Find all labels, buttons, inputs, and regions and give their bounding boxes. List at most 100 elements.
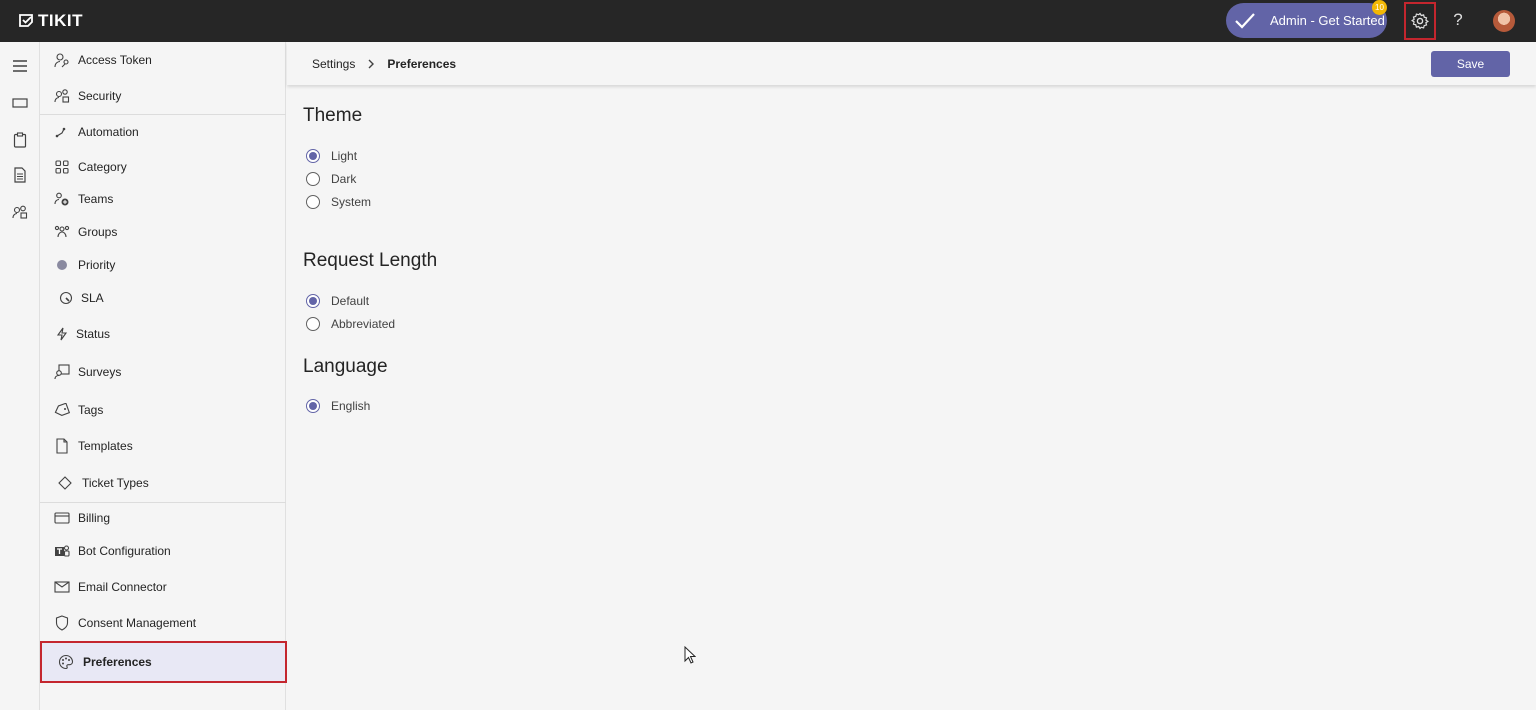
breadcrumb-current: Preferences xyxy=(387,57,457,71)
tikit-logo-icon xyxy=(19,14,33,27)
radio-button[interactable] xyxy=(306,195,320,209)
app-name: TIKIT xyxy=(38,11,83,30)
sidebar-item-label: Preferences xyxy=(83,655,152,669)
top-bar: TIKIT Admin - Get Started 10 ? xyxy=(0,0,1536,42)
survey-icon xyxy=(54,364,70,380)
sidebar-divider xyxy=(40,114,286,115)
sidebar-item-label: Templates xyxy=(78,439,133,453)
radio-label: Default xyxy=(331,294,370,308)
sidebar-item-surveys[interactable]: Surveys xyxy=(40,357,286,387)
menu-icon[interactable] xyxy=(10,56,30,76)
mouse-cursor-icon xyxy=(684,645,697,669)
sidebar-item-label: Ticket Types xyxy=(82,476,149,490)
radio-label: Dark xyxy=(331,172,357,186)
sidebar-item-priority[interactable]: Priority xyxy=(40,250,286,280)
sidebar-item-label: Groups xyxy=(78,225,118,239)
dot-icon xyxy=(54,257,70,273)
radio-label: Abbreviated xyxy=(331,317,396,331)
chevron-right-icon xyxy=(367,59,375,69)
avatar[interactable] xyxy=(1493,10,1515,32)
palette-icon xyxy=(58,654,74,670)
bot-icon xyxy=(54,543,70,559)
breadcrumb: Settings Preferences xyxy=(312,57,456,71)
radio-label: English xyxy=(331,399,371,413)
document-icon[interactable] xyxy=(10,165,30,185)
sidebar-item-label: Category xyxy=(78,160,127,174)
sidebar-item-sla[interactable]: SLA xyxy=(40,283,286,313)
sidebar-item-ticket-types[interactable]: Ticket Types xyxy=(40,468,286,498)
settings-button[interactable] xyxy=(1404,2,1436,40)
sidebar-item-automation[interactable]: Automation xyxy=(40,117,286,147)
sidebar-item-billing[interactable]: Billing xyxy=(40,503,286,533)
request-length-option-abbreviated[interactable]: Abbreviated xyxy=(306,315,395,333)
theme-title: Theme xyxy=(303,105,363,126)
radio-label: Light xyxy=(331,149,358,163)
language-option-english[interactable]: English xyxy=(306,397,370,415)
people-lock-icon xyxy=(54,88,70,104)
theme-option-system[interactable]: System xyxy=(306,193,371,211)
save-button[interactable]: Save xyxy=(1431,51,1510,77)
sidebar-item-access-token[interactable]: Access Token xyxy=(40,45,286,75)
sidebar-item-label: Surveys xyxy=(78,365,122,379)
breadcrumb-root[interactable]: Settings xyxy=(312,57,355,71)
app-logo[interactable]: TIKIT xyxy=(18,11,83,31)
grid-icon xyxy=(54,159,70,175)
help-button[interactable]: ? xyxy=(1448,10,1468,32)
sidebar-item-label: Teams xyxy=(78,192,114,206)
sidebar-item-label: Priority xyxy=(78,258,116,272)
sidebar-item-tags[interactable]: Tags xyxy=(40,395,286,425)
sidebar-item-label: Bot Configuration xyxy=(78,544,171,558)
sidebar-item-category[interactable]: Category xyxy=(40,152,286,182)
sidebar-item-label: Status xyxy=(76,327,111,341)
radio-button[interactable] xyxy=(306,399,320,413)
get-started-button[interactable]: Admin - Get Started 10 xyxy=(1226,0,1387,38)
tickets-icon[interactable] xyxy=(10,93,30,113)
sidebar-item-bot-configuration[interactable]: Bot Configuration xyxy=(40,536,286,566)
radio-button[interactable] xyxy=(306,149,320,163)
sidebar-item-preferences[interactable]: Preferences xyxy=(40,641,287,683)
page-header: Settings Preferences Save xyxy=(287,42,1536,85)
sidebar-item-groups[interactable]: Groups xyxy=(40,217,286,247)
notification-badge: 10 xyxy=(1372,0,1387,15)
sidebar-item-templates[interactable]: Templates xyxy=(40,431,286,461)
radio-button[interactable] xyxy=(306,294,320,308)
sidebar-item-label: Tags xyxy=(78,403,104,417)
tag-icon xyxy=(54,402,70,418)
sidebar-item-label: Consent Management xyxy=(78,616,197,630)
sidebar-item-status[interactable]: Status xyxy=(40,319,286,349)
language-title: Language xyxy=(303,356,388,377)
sidebar-item-security[interactable]: Security xyxy=(40,81,286,111)
sidebar-item-label: Automation xyxy=(78,125,139,139)
people-icon[interactable] xyxy=(10,202,30,222)
theme-option-light[interactable]: Light xyxy=(306,147,357,165)
key-person-icon xyxy=(54,52,70,68)
gear-icon xyxy=(1411,12,1429,30)
shield-icon xyxy=(54,615,70,631)
template-icon xyxy=(54,438,70,454)
clipboard-icon[interactable] xyxy=(10,130,30,150)
groups-icon xyxy=(54,224,70,240)
get-started-label: Admin - Get Started xyxy=(1270,13,1385,28)
sidebar-item-teams[interactable]: Teams xyxy=(40,184,286,214)
settings-sidebar: Access Token Security Automation Categor… xyxy=(40,42,287,710)
gauge-icon xyxy=(58,290,74,306)
diamond-icon xyxy=(57,475,73,491)
teams-icon xyxy=(54,191,70,207)
card-icon xyxy=(54,510,70,526)
left-rail xyxy=(0,42,40,710)
radio-button[interactable] xyxy=(306,172,320,186)
sidebar-item-label: Access Token xyxy=(78,53,152,67)
mail-icon xyxy=(54,579,70,595)
sidebar-item-email-connector[interactable]: Email Connector xyxy=(40,572,286,602)
sidebar-item-label: Billing xyxy=(78,511,111,525)
lightning-icon xyxy=(54,326,70,342)
sidebar-item-label: Email Connector xyxy=(78,580,167,594)
sidebar-item-consent-management[interactable]: Consent Management xyxy=(40,608,286,638)
theme-option-dark[interactable]: Dark xyxy=(306,170,356,188)
sidebar-item-label: SLA xyxy=(81,291,104,305)
radio-button[interactable] xyxy=(306,317,320,331)
radio-label: System xyxy=(331,195,372,209)
checkmark-icon xyxy=(1235,12,1255,29)
flow-icon xyxy=(54,124,70,140)
request-length-option-default[interactable]: Default xyxy=(306,292,369,310)
